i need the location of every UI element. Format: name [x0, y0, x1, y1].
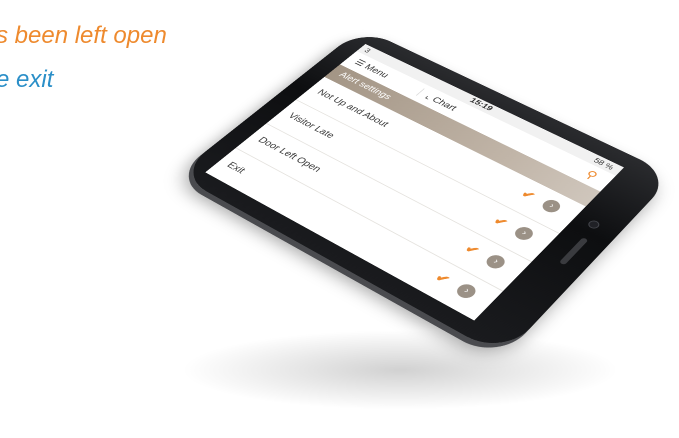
info-icon[interactable]: › [539, 197, 564, 215]
alert-label: Exit [224, 160, 248, 176]
front-camera-icon [586, 219, 602, 231]
check-icon[interactable]: ✔ [490, 214, 511, 230]
carrier-label: 3 [362, 47, 373, 55]
phone-stage: 3 15:19 58 % ☰ Menu ⌞ Chart ⚲ Alert sett… [0, 0, 679, 438]
info-icon[interactable]: › [482, 252, 509, 272]
check-icon[interactable]: ✔ [518, 187, 538, 203]
check-icon[interactable]: ✔ [431, 270, 454, 287]
share-icon[interactable]: ⚲ [582, 168, 601, 183]
phone-body: 3 15:19 58 % ☰ Menu ⌞ Chart ⚲ Alert sett… [176, 27, 674, 357]
phone-screen: 3 15:19 58 % ☰ Menu ⌞ Chart ⚲ Alert sett… [205, 43, 624, 321]
alert-list: Not Up and About ✔ › Visitor Late ✔ › Do… [205, 76, 586, 321]
info-icon[interactable]: › [511, 224, 537, 243]
info-icon[interactable]: › [453, 281, 480, 301]
check-icon[interactable]: ✔ [461, 241, 483, 258]
speaker-grille [558, 237, 589, 266]
phone-wrap: 3 15:19 58 % ☰ Menu ⌞ Chart ⚲ Alert sett… [176, 27, 674, 357]
